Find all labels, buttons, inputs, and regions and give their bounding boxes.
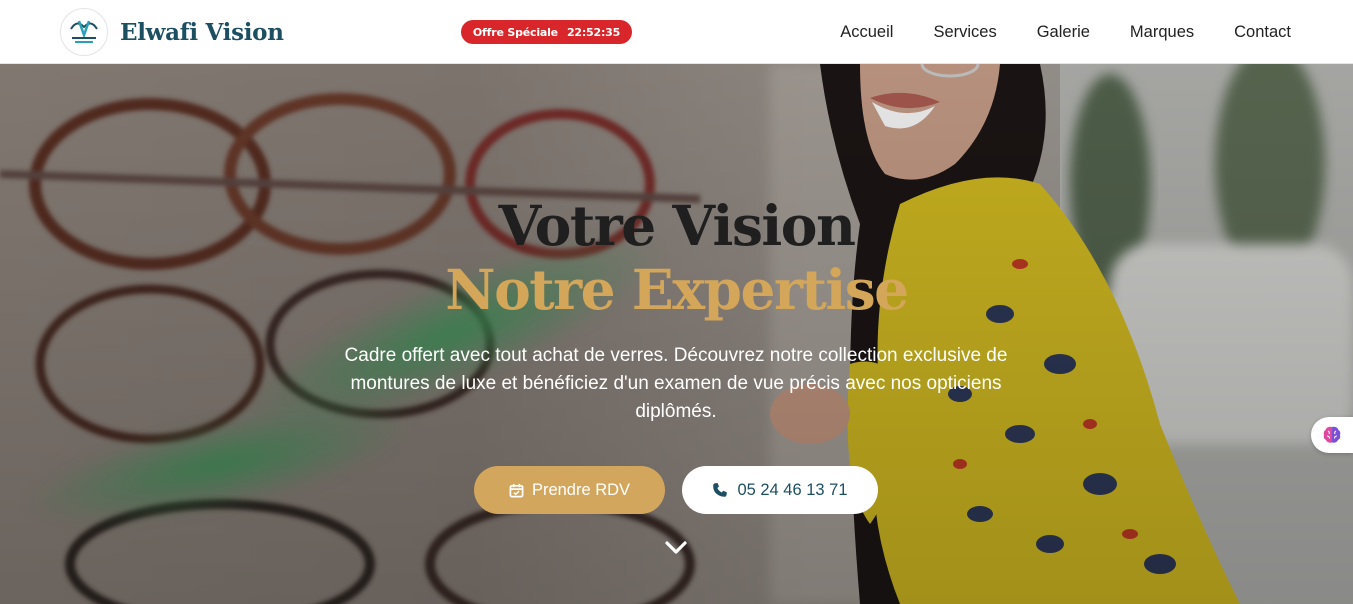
brand-link[interactable]: Elwafi Vision: [60, 8, 284, 56]
main-nav: Accueil Services Galerie Marques Contact: [840, 0, 1291, 64]
special-offer-label: Offre Spéciale: [472, 25, 558, 39]
brain-icon: [1323, 426, 1341, 443]
hero-subtitle: Cadre offert avec tout achat de verres. …: [344, 345, 1008, 422]
brand-logo: [60, 8, 108, 56]
phone-icon: [713, 483, 728, 497]
nav-link-accueil[interactable]: Accueil: [840, 23, 893, 42]
accessibility-widget-button[interactable]: [1311, 417, 1353, 453]
scroll-down-button[interactable]: [664, 538, 688, 558]
nav-link-galerie[interactable]: Galerie: [1037, 23, 1090, 42]
hero-title-line2: Notre Expertise: [445, 257, 909, 322]
hero-section: Votre Vision Notre Expertise Cadre offer…: [0, 64, 1353, 604]
book-appointment-button[interactable]: Prendre RDV: [474, 466, 665, 514]
brand-name: Elwafi Vision: [120, 18, 284, 46]
call-phone-label: 05 24 46 13 71: [737, 480, 848, 499]
call-phone-button[interactable]: 05 24 46 13 71: [682, 466, 878, 514]
hero-content: Votre Vision Notre Expertise Cadre offer…: [0, 64, 1353, 604]
nav-link-services[interactable]: Services: [933, 23, 996, 42]
special-offer-timer: 22:52:35: [566, 25, 621, 39]
chevron-down-icon: [665, 541, 687, 554]
nav-link-marques[interactable]: Marques: [1130, 23, 1194, 42]
nav-link-contact[interactable]: Contact: [1234, 23, 1291, 42]
hero-title-line1: Votre Vision: [498, 193, 856, 258]
logo-emblem-icon: [70, 20, 98, 43]
calendar-icon: [509, 483, 524, 497]
special-offer-badge[interactable]: Offre Spéciale 22:52:35: [461, 20, 632, 44]
top-navbar: Elwafi Vision Offre Spéciale 22:52:35 Ac…: [0, 0, 1353, 64]
book-appointment-label: Prendre RDV: [531, 480, 631, 499]
